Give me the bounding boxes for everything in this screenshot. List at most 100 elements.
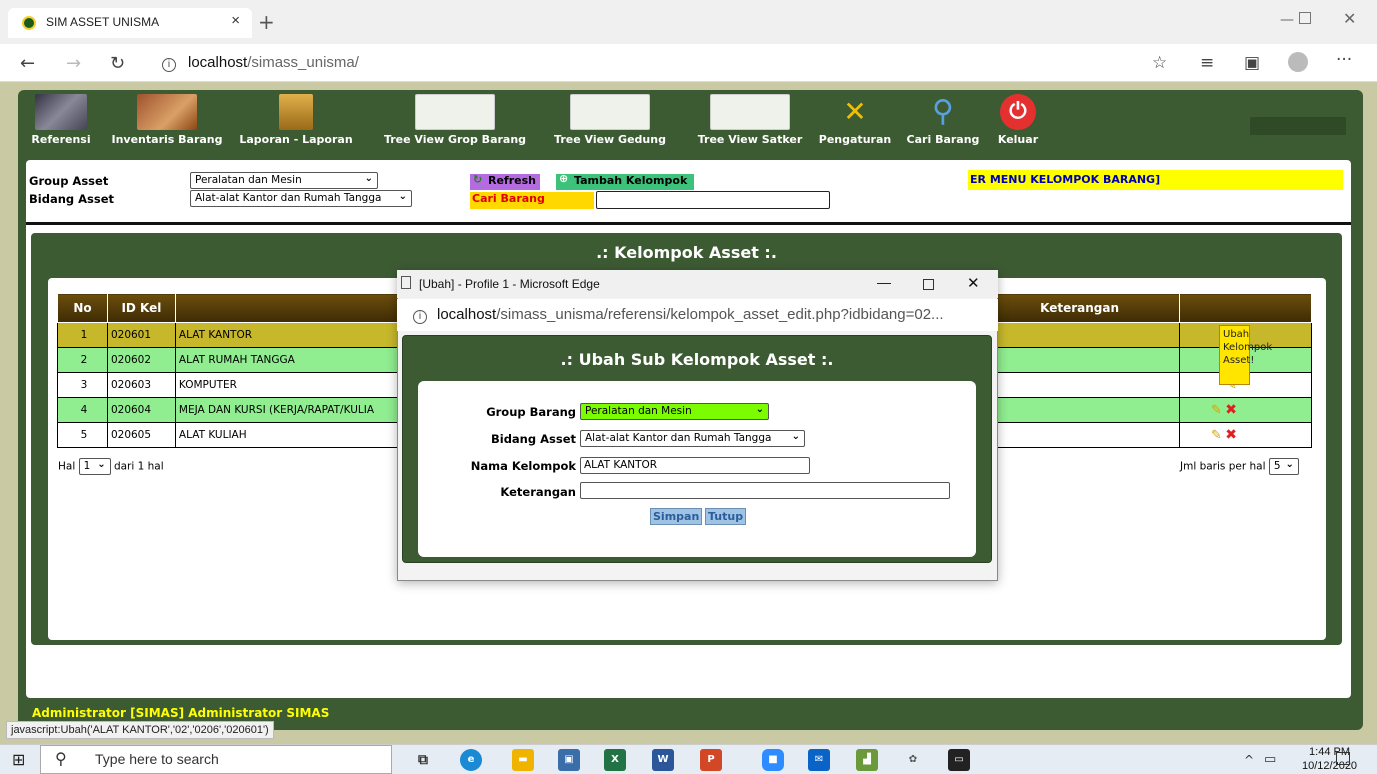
tab-title: SIM ASSET UNISMA xyxy=(46,15,160,29)
menu-label: Tree View Gedung xyxy=(554,133,666,146)
cell-no: 1 xyxy=(57,322,108,348)
add-icon: ⊕ xyxy=(559,172,569,185)
section-title: .: Kelompok Asset :. xyxy=(596,243,777,262)
tambah-kelompok-button[interactable]: ⊕ Tambah Kelompok xyxy=(556,172,694,190)
page-select[interactable]: 1 ⌄ xyxy=(78,458,111,475)
nama-kelompok-input[interactable]: ALAT KANTOR xyxy=(580,457,810,474)
close-window-icon[interactable]: ✕ xyxy=(1343,9,1356,28)
reload-icon[interactable]: ↻ xyxy=(110,53,125,74)
cell-no: 4 xyxy=(57,397,108,423)
jml-label: Jml baris per hal xyxy=(1180,460,1266,473)
terminal-icon[interactable]: ▭ xyxy=(948,749,970,771)
keterangan-label: Keterangan xyxy=(500,485,576,499)
popup-url-path: /simass_unisma/referensi/kelompok_asset_… xyxy=(496,306,944,323)
mail-icon[interactable]: ✉ xyxy=(808,749,830,771)
marquee-text: ER MENU KELOMPOK BARANG] xyxy=(968,170,1343,190)
menu-label: Tree View Satker xyxy=(697,133,803,146)
menu-pengaturan[interactable]: ✕ Pengaturan xyxy=(814,94,896,146)
zoom-icon[interactable]: ■ xyxy=(762,749,784,771)
file-explorer-icon[interactable]: ▬ xyxy=(512,749,534,771)
menu-referensi[interactable]: Referensi xyxy=(30,94,92,146)
more-menu-icon[interactable]: ··· xyxy=(1336,50,1352,70)
powerpoint-icon[interactable]: P xyxy=(700,749,722,771)
menu-cari-barang[interactable]: ⚲ Cari Barang xyxy=(902,94,984,146)
menu-tree-gedung[interactable]: Tree View Gedung xyxy=(550,94,670,146)
menu-label: Keluar xyxy=(997,133,1039,146)
bidang-asset-label: Bidang Asset xyxy=(490,432,576,446)
menu-label: Pengaturan xyxy=(818,133,892,146)
cari-barang-input[interactable] xyxy=(596,191,830,209)
store-icon[interactable]: ▣ xyxy=(558,749,580,771)
menu-laporan[interactable]: Laporan - Laporan xyxy=(236,94,356,146)
profile-avatar-icon[interactable] xyxy=(1288,52,1308,72)
edge-icon[interactable]: e xyxy=(460,749,482,771)
pagination: Hal 1 ⌄ dari 1 hal xyxy=(58,458,164,475)
windows-start-icon[interactable]: ⊞ xyxy=(12,750,25,769)
edit-pencil-icon[interactable]: ✎ xyxy=(1211,428,1222,443)
new-tab-icon[interactable]: + xyxy=(258,10,275,34)
menu-label: Inventaris Barang xyxy=(111,133,223,146)
hal-label: Hal xyxy=(58,460,76,473)
menu-tree-satker[interactable]: Tree View Satker xyxy=(690,94,810,146)
restore-icon[interactable] xyxy=(1299,12,1311,24)
rows-per-page-select[interactable]: 5 ⌄ xyxy=(1268,458,1299,475)
group-barang-select[interactable]: Peralatan dan Mesin ⌄ xyxy=(580,403,769,420)
tutup-button[interactable]: Tutup xyxy=(705,508,747,525)
delete-x-icon[interactable]: ✖ xyxy=(1225,402,1237,418)
delete-x-icon[interactable]: ✖ xyxy=(1225,427,1237,443)
cell-id: 020604 xyxy=(106,397,176,423)
site-info-icon: i xyxy=(413,310,427,324)
media-app-icon[interactable]: ✿ xyxy=(902,749,924,771)
cari-barang-label: Cari Barang xyxy=(470,192,594,209)
favorites-list-icon[interactable]: ≡ xyxy=(1200,53,1214,73)
tray-chevron-icon[interactable]: ^ xyxy=(1244,753,1254,767)
favorite-star-icon[interactable]: ☆ xyxy=(1152,53,1167,73)
site-info-icon[interactable]: i xyxy=(162,58,176,72)
tree-diagram-icon xyxy=(570,94,650,130)
close-icon[interactable]: ✕ xyxy=(967,274,980,292)
popup-heading: .: Ubah Sub Kelompok Asset :. xyxy=(560,350,834,369)
edit-pencil-icon[interactable]: ✎ xyxy=(1211,403,1222,418)
notification-icon[interactable] xyxy=(1336,752,1350,765)
menu-label: Tree View Grop Barang xyxy=(383,133,527,146)
menu-inventaris[interactable]: Inventaris Barang xyxy=(108,94,226,146)
url-field[interactable]: i localhost/simass_unisma/ xyxy=(162,50,359,72)
bidang-asset-label: Bidang Asset xyxy=(29,192,115,206)
popup-title: [Ubah] - Profile 1 - Microsoft Edge xyxy=(419,277,600,291)
tab-close-icon[interactable]: × xyxy=(231,12,240,29)
cell-id: 020601 xyxy=(106,322,176,348)
group-asset-select[interactable]: Peralatan dan Mesin ⌄ xyxy=(190,172,378,189)
maximize-icon[interactable] xyxy=(923,279,934,290)
excel-icon[interactable]: X xyxy=(604,749,626,771)
minimize-icon[interactable]: — xyxy=(877,274,891,290)
cell-actions: ✎ ✖ xyxy=(1179,397,1312,423)
collections-icon[interactable]: ▣ xyxy=(1244,53,1260,73)
chevron-down-icon: ⌄ xyxy=(755,404,764,415)
bidang-asset-select[interactable]: Alat-alat Kantor dan Rumah Tangga ⌄ xyxy=(580,430,805,447)
back-icon[interactable]: ← xyxy=(20,53,35,74)
keterangan-input[interactable] xyxy=(580,482,950,499)
refresh-button[interactable]: ↻ Refresh xyxy=(470,173,540,190)
dari-label: dari 1 hal xyxy=(113,460,164,473)
chart-app-icon[interactable]: ▟ xyxy=(856,749,878,771)
cell-id: 020605 xyxy=(106,422,176,448)
task-view-icon[interactable]: ⧉ xyxy=(412,749,434,771)
minimize-icon[interactable]: — xyxy=(1280,12,1294,28)
header-actions xyxy=(1179,293,1312,323)
tools-icon: ✕ xyxy=(843,95,867,128)
popup-url-field: i localhost/simass_unisma/referensi/kelom… xyxy=(397,299,998,331)
taskbar-search[interactable]: ⚲ Type here to search xyxy=(40,745,392,774)
chevron-down-icon: ⌄ xyxy=(791,431,800,442)
group-asset-label: Group Asset xyxy=(29,174,109,188)
word-icon[interactable]: W xyxy=(652,749,674,771)
forward-icon[interactable]: → xyxy=(66,53,81,74)
power-icon: ⏻ xyxy=(1000,94,1036,130)
browser-tab[interactable]: SIM ASSET UNISMA × xyxy=(8,8,252,38)
simpan-button[interactable]: Simpan xyxy=(650,508,703,525)
menu-tree-grop[interactable]: Tree View Grop Barang xyxy=(380,94,530,146)
cell-no: 3 xyxy=(57,372,108,398)
cell-id: 020602 xyxy=(106,347,176,373)
menu-keluar[interactable]: ⏻ Keluar xyxy=(994,94,1042,146)
bidang-asset-select[interactable]: Alat-alat Kantor dan Rumah Tangga ⌄ xyxy=(190,190,412,207)
network-icon[interactable]: ▭ xyxy=(1264,752,1276,767)
